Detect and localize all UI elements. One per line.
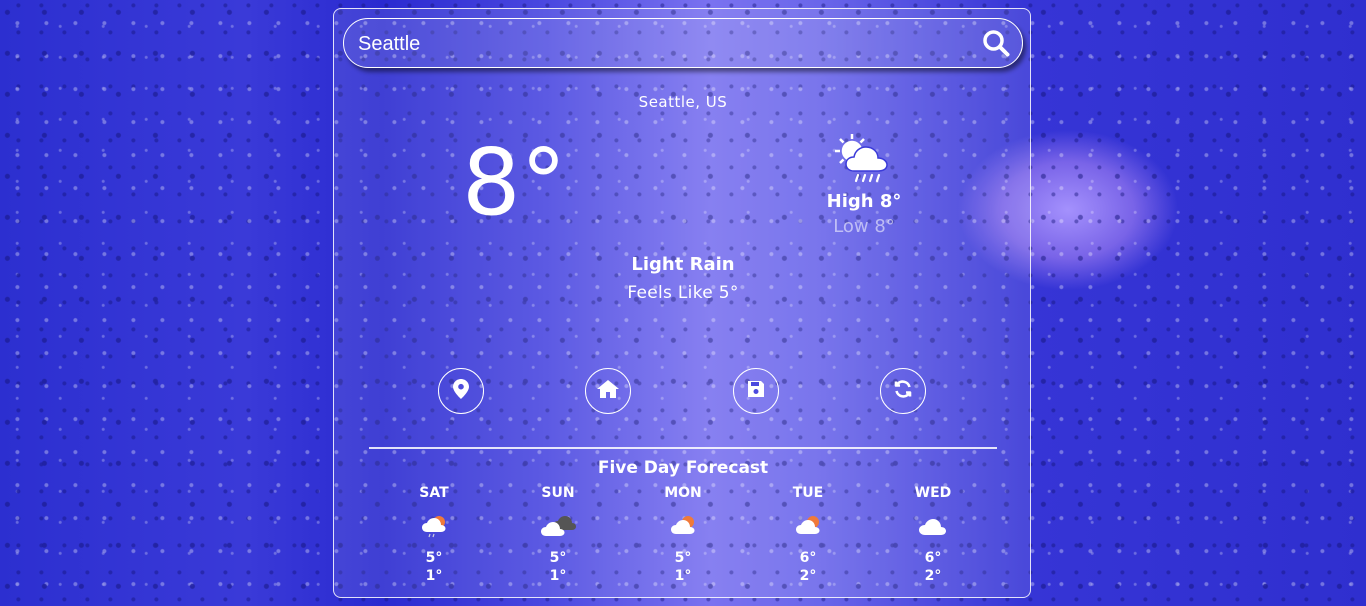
day-low: 2°	[924, 568, 942, 584]
cloudy-icon	[540, 514, 576, 542]
partly-cloudy-rain-icon	[419, 514, 449, 542]
weather-description: Light Rain	[631, 254, 735, 275]
refresh-button[interactable]	[880, 368, 926, 414]
day-name: MON	[664, 485, 702, 501]
divider	[369, 447, 997, 449]
day-low: 2°	[799, 568, 817, 584]
forecast-day: WED 6° 2°	[888, 485, 978, 585]
low-temperature: Low 8°	[833, 216, 895, 237]
day-high: 5°	[549, 550, 567, 566]
location-label: Seattle, US	[638, 93, 728, 111]
location-button[interactable]	[438, 368, 484, 414]
search-icon[interactable]	[982, 29, 1010, 57]
location-pin-icon	[453, 379, 469, 403]
day-name: SAT	[419, 485, 449, 501]
current-temperature: 8°	[462, 129, 567, 236]
cloud-icon	[917, 515, 949, 541]
search-bar	[343, 18, 1023, 68]
sun-cloud-rain-icon	[832, 131, 898, 185]
forecast-title: Five Day Forecast	[597, 458, 769, 478]
day-high: 6°	[799, 550, 817, 566]
day-high: 5°	[425, 550, 443, 566]
forecast-day: SAT 5° 1°	[389, 485, 479, 585]
day-low: 1°	[425, 568, 443, 584]
feels-like: Feels Like 5°	[627, 283, 739, 303]
forecast-day: SUN 5° 1°	[513, 485, 603, 585]
day-high: 6°	[924, 550, 942, 566]
day-name: TUE	[792, 485, 824, 501]
weather-card: Seattle, US 8° High 8° Low 8° Light Rain…	[333, 8, 1031, 598]
search-input[interactable]	[356, 29, 960, 59]
day-name: WED	[914, 485, 952, 501]
forecast-day: TUE 6° 2°	[763, 485, 853, 585]
save-icon	[747, 380, 765, 402]
day-low: 1°	[549, 568, 567, 584]
forecast-day: MON 5° 1°	[638, 485, 728, 585]
day-high: 5°	[674, 550, 692, 566]
day-low: 1°	[674, 568, 692, 584]
partly-cloudy-icon	[793, 515, 823, 541]
high-temperature: High 8°	[826, 191, 902, 212]
refresh-icon	[893, 379, 913, 403]
save-button[interactable]	[733, 368, 779, 414]
home-button[interactable]	[585, 368, 631, 414]
home-icon	[596, 379, 620, 403]
day-name: SUN	[541, 485, 575, 501]
partly-cloudy-icon	[668, 515, 698, 541]
